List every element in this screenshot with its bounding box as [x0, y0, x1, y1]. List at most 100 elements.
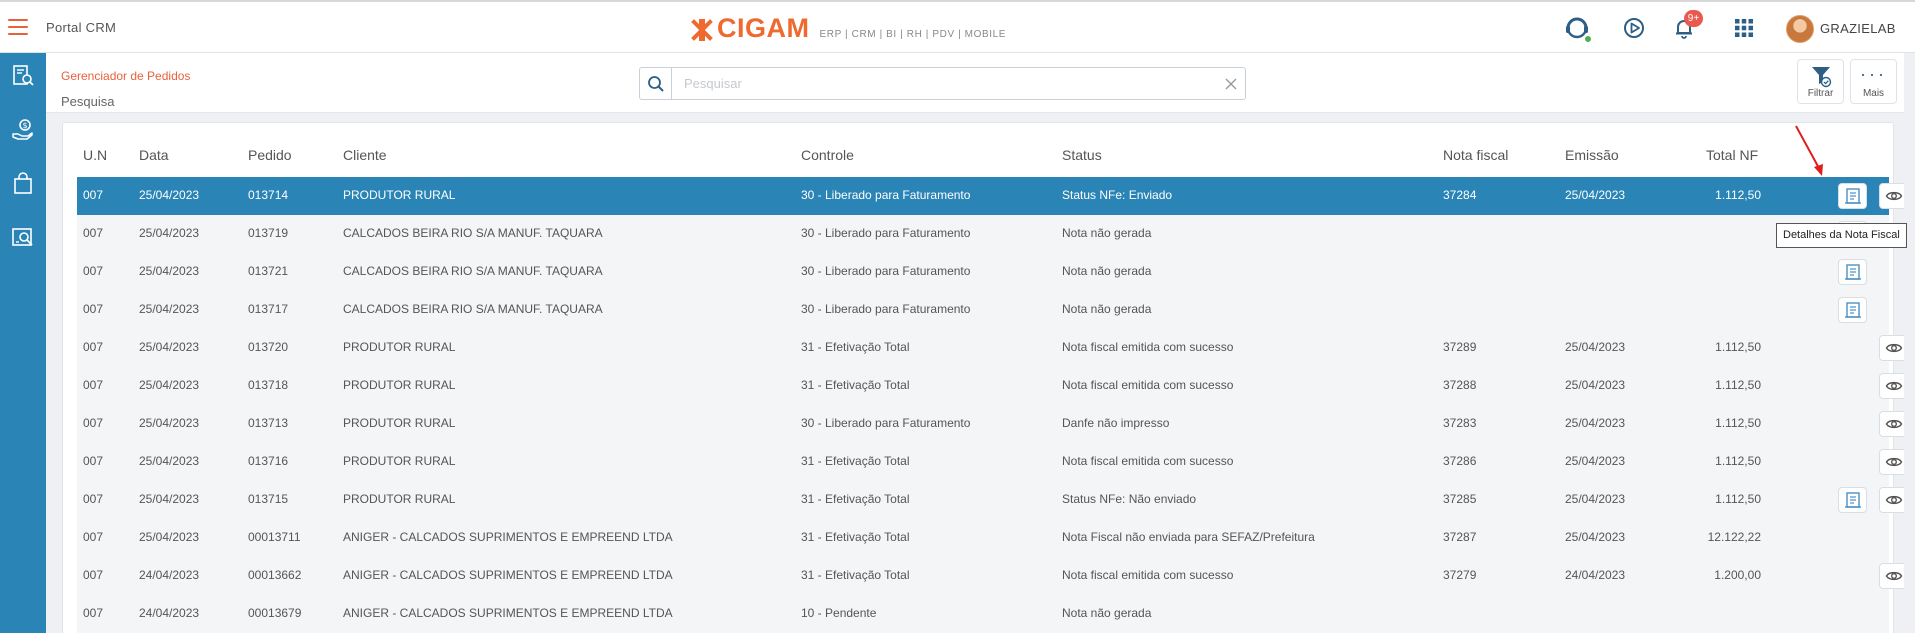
cell-cliente: CALCADOS BEIRA RIO S/A MANUF. TAQUARA	[343, 226, 603, 240]
cell-pedido: 00013711	[248, 530, 301, 544]
cell-data: 25/04/2023	[139, 492, 200, 506]
cell-controle: 30 - Liberado para Faturamento	[801, 302, 971, 316]
column-header-un[interactable]: U.N	[83, 147, 107, 163]
cell-status: Nota fiscal emitida com sucesso	[1062, 340, 1234, 354]
column-header-pedido[interactable]: Pedido	[248, 147, 292, 163]
user-avatar[interactable]	[1786, 15, 1814, 43]
cell-data: 25/04/2023	[139, 416, 200, 430]
page-header: Gerenciador de Pedidos Pesquisa Filtrar …	[46, 53, 1915, 113]
cell-un: 007	[83, 378, 104, 392]
sidebar-item-analytics[interactable]	[10, 225, 36, 251]
apps-grid-icon[interactable]	[1731, 15, 1757, 41]
column-header-nota-fiscal[interactable]: Nota fiscal	[1443, 147, 1508, 163]
cell-nota-fiscal: 37279	[1443, 568, 1477, 582]
table-row[interactable]: 007 25/04/2023 013721 CALCADOS BEIRA RIO S/…	[77, 253, 1889, 291]
notification-bell-icon[interactable]: 9+	[1671, 10, 1703, 41]
menu-icon[interactable]	[8, 19, 28, 35]
table-row[interactable]: 007 25/04/2023 013715 PRODUTOR RURAL 31 - Ef…	[77, 481, 1908, 519]
top-bar: Portal CRM CIGAM ERP | CRM | BI | RH | P…	[0, 0, 1915, 53]
cell-controle: 30 - Liberado para Faturamento	[801, 416, 971, 430]
cell-cliente: ANIGER - CALCADOS SUPRIMENTOS E EMPREEND…	[343, 568, 673, 582]
cell-data: 25/04/2023	[139, 188, 200, 202]
cell-total-nf: 1.112,50	[1715, 454, 1761, 468]
sidebar-item-orders[interactable]	[10, 171, 36, 197]
cell-nota-fiscal: 37289	[1443, 340, 1477, 354]
cell-data: 25/04/2023	[139, 302, 200, 316]
more-button[interactable]: ··· Mais	[1850, 59, 1897, 104]
cell-emissao: 25/04/2023	[1565, 492, 1626, 506]
cell-emissao: 25/04/2023	[1565, 188, 1626, 202]
table-row[interactable]: 007 25/04/2023 013718 PRODUTOR RURAL 31 - Ef…	[77, 367, 1908, 405]
cell-cliente: CALCADOS BEIRA RIO S/A MANUF. TAQUARA	[343, 302, 603, 316]
cigam-logo-icon	[690, 18, 714, 42]
sidebar-item-reports[interactable]	[10, 63, 36, 89]
cell-status: Status NFe: Não enviado	[1062, 492, 1197, 506]
cell-emissao: 24/04/2023	[1565, 568, 1626, 582]
cell-un: 007	[83, 226, 104, 240]
cell-pedido: 013713	[248, 416, 289, 430]
table-row[interactable]: 007 25/04/2023 013714 PRODUTOR RURAL 30 - Li…	[77, 177, 1908, 215]
cell-status: Danfe não impresso	[1062, 416, 1170, 430]
brand-name: CIGAM	[717, 13, 810, 43]
table-row[interactable]: 007 25/04/2023 013716 PRODUTOR RURAL 31 - Ef…	[77, 443, 1908, 481]
column-header-emissao[interactable]: Emissão	[1565, 147, 1619, 163]
table-row[interactable]: 007 25/04/2023 013719 CALCADOS BEIRA RIO S/…	[77, 215, 1889, 253]
invoice-document-icon	[1844, 187, 1862, 205]
filter-label: Filtrar	[1807, 88, 1834, 99]
column-header-total-nf[interactable]: Total NF	[1706, 147, 1758, 163]
table-row[interactable]: 007 24/04/2023 00013662 ANIGER - CALCADOS S…	[77, 557, 1908, 595]
cell-controle: 31 - Efetivação Total	[801, 378, 910, 392]
cell-pedido: 013715	[248, 492, 289, 506]
emit-nfe-button[interactable]	[1838, 259, 1867, 285]
portal-title: Portal CRM	[46, 20, 117, 35]
brand-tagline: ERP | CRM | BI | RH | PDV | MOBILE	[819, 29, 1007, 40]
cell-data: 25/04/2023	[139, 264, 200, 278]
column-header-data[interactable]: Data	[139, 147, 169, 163]
table-row[interactable]: 007 25/04/2023 013717 CALCADOS BEIRA RIO S/…	[77, 291, 1889, 329]
cell-un: 007	[83, 606, 104, 620]
cell-un: 007	[83, 568, 104, 582]
cell-data: 25/04/2023	[139, 340, 200, 354]
support-agent-icon[interactable]	[1564, 15, 1593, 44]
sidebar-item-finance[interactable]: $	[10, 117, 36, 143]
cell-un: 007	[83, 340, 104, 354]
clear-search-icon[interactable]	[1217, 68, 1245, 99]
cell-emissao: 25/04/2023	[1565, 378, 1626, 392]
table-row[interactable]: 007 25/04/2023 00013711 ANIGER - CALCADOS S…	[77, 519, 1889, 557]
cell-controle: 31 - Efetivação Total	[801, 340, 910, 354]
filter-button[interactable]: Filtrar	[1797, 59, 1844, 104]
eye-icon	[1885, 567, 1903, 585]
cell-data: 24/04/2023	[139, 568, 200, 582]
search-icon[interactable]	[640, 68, 672, 99]
cell-controle: 31 - Efetivação Total	[801, 530, 910, 544]
username[interactable]: GRAZIELAB	[1820, 21, 1896, 36]
table-row[interactable]: 007 25/04/2023 013720 PRODUTOR RURAL 31 - Ef…	[77, 329, 1908, 367]
table-row[interactable]: 007 25/04/2023 013713 PRODUTOR RURAL 30 - Li…	[77, 405, 1908, 443]
column-header-controle[interactable]: Controle	[801, 147, 854, 163]
scrollbar[interactable]	[1904, 53, 1915, 633]
cell-pedido: 013716	[248, 454, 289, 468]
cell-controle: 31 - Efetivação Total	[801, 454, 910, 468]
cell-data: 25/04/2023	[139, 378, 200, 392]
column-header-status[interactable]: Status	[1062, 147, 1102, 163]
emit-nfe-button[interactable]	[1838, 297, 1867, 323]
search-input[interactable]	[672, 68, 1217, 99]
eye-icon	[1885, 187, 1903, 205]
orders-table: U.N Data Pedido Cliente Controle Status …	[62, 122, 1908, 633]
breadcrumb[interactable]: Gerenciador de Pedidos	[61, 69, 190, 83]
cell-controle: 10 - Pendente	[801, 606, 877, 620]
emit-nfe-button[interactable]	[1838, 487, 1867, 513]
column-header-cliente[interactable]: Cliente	[343, 147, 387, 163]
cell-status: Nota Fiscal não enviada para SEFAZ/Prefe…	[1062, 530, 1315, 544]
cell-status: Nota não gerada	[1062, 264, 1152, 278]
cell-emissao: 25/04/2023	[1565, 530, 1626, 544]
cell-cliente: PRODUTOR RURAL	[343, 454, 456, 468]
play-video-icon[interactable]	[1621, 15, 1647, 41]
cell-pedido: 013721	[248, 264, 289, 278]
cell-status: Nota não gerada	[1062, 302, 1152, 316]
table-row[interactable]: 007 24/04/2023 00013679 ANIGER - CALCADOS S…	[77, 595, 1889, 633]
cell-nota-fiscal: 37284	[1443, 188, 1477, 202]
emit-nfe-button[interactable]	[1838, 183, 1867, 209]
cell-status: Nota fiscal emitida com sucesso	[1062, 454, 1234, 468]
cell-controle: 30 - Liberado para Faturamento	[801, 226, 971, 240]
